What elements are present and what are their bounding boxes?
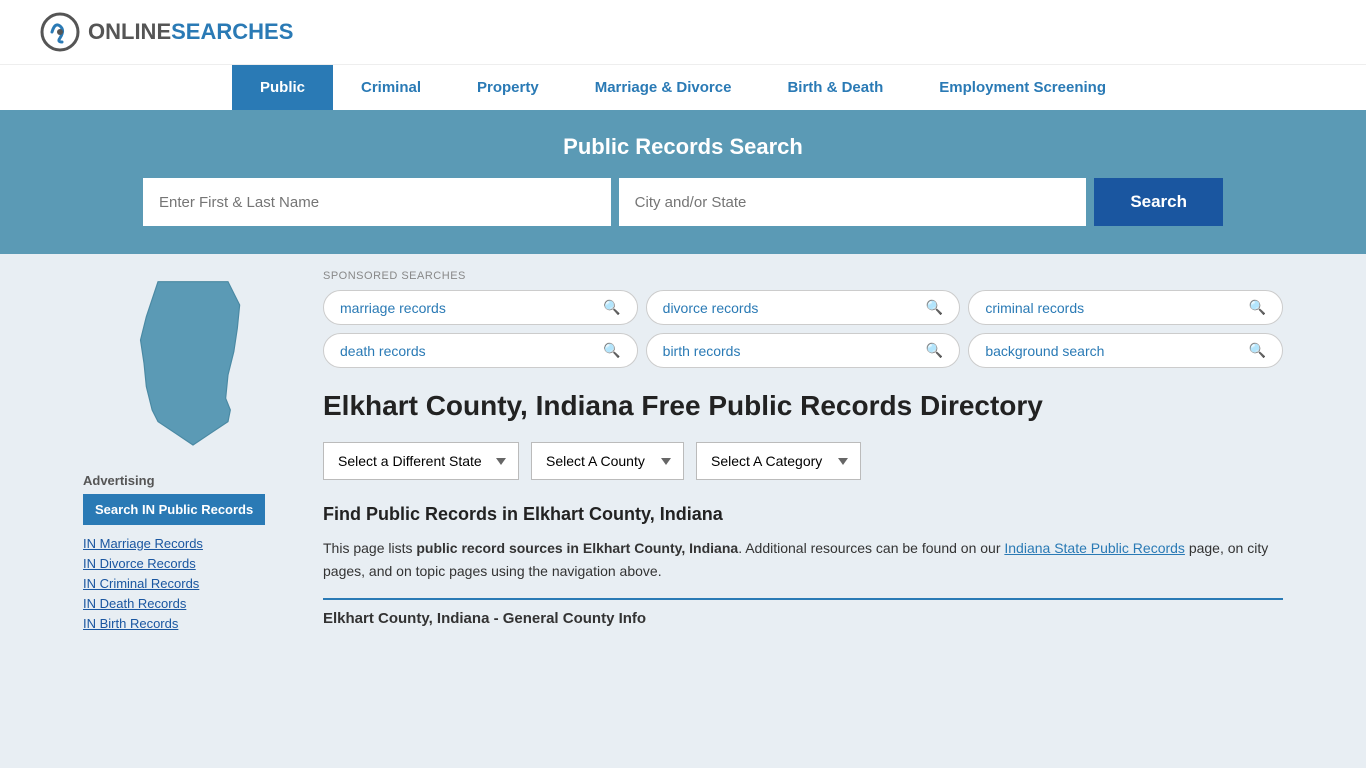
nav-criminal[interactable]: Criminal bbox=[333, 65, 449, 110]
nav-birth-death[interactable]: Birth & Death bbox=[759, 65, 911, 110]
name-input[interactable] bbox=[143, 178, 611, 226]
search-icon: 🔍 bbox=[1249, 342, 1266, 359]
category-dropdown[interactable]: Select A Category bbox=[696, 442, 861, 480]
search-in-records-button[interactable]: Search IN Public Records bbox=[83, 494, 265, 525]
search-icon: 🔍 bbox=[603, 342, 620, 359]
sponsored-item-criminal[interactable]: criminal records 🔍 bbox=[968, 290, 1283, 325]
header: ONLINESEARCHES bbox=[0, 0, 1366, 64]
logo-text: ONLINESEARCHES bbox=[88, 19, 293, 45]
location-input[interactable] bbox=[619, 178, 1087, 226]
in-criminal-link[interactable]: IN Criminal Records bbox=[83, 576, 199, 591]
main-container: Advertising Search IN Public Records IN … bbox=[63, 254, 1303, 651]
nav-employment[interactable]: Employment Screening bbox=[911, 65, 1134, 110]
search-icon: 🔍 bbox=[926, 299, 943, 316]
nav-public[interactable]: Public bbox=[232, 65, 333, 110]
sidebar-links: IN Marriage Records IN Divorce Records I… bbox=[83, 535, 303, 631]
nav-property[interactable]: Property bbox=[449, 65, 567, 110]
hero-title: Public Records Search bbox=[40, 134, 1326, 160]
advertising-label: Advertising bbox=[83, 473, 303, 488]
indiana-map bbox=[123, 270, 263, 457]
dropdowns-row: Select a Different State Select A County… bbox=[323, 442, 1283, 480]
in-marriage-link[interactable]: IN Marriage Records bbox=[83, 536, 203, 551]
in-birth-link[interactable]: IN Birth Records bbox=[83, 616, 178, 631]
state-dropdown[interactable]: Select a Different State bbox=[323, 442, 519, 480]
sidebar: Advertising Search IN Public Records IN … bbox=[83, 270, 303, 635]
search-bar: Search bbox=[143, 178, 1223, 226]
list-item: IN Birth Records bbox=[83, 615, 303, 631]
list-item: IN Death Records bbox=[83, 595, 303, 611]
main-nav: Public Criminal Property Marriage & Divo… bbox=[0, 64, 1366, 110]
list-item: IN Divorce Records bbox=[83, 555, 303, 571]
in-death-link[interactable]: IN Death Records bbox=[83, 596, 186, 611]
sponsored-item-death[interactable]: death records 🔍 bbox=[323, 333, 638, 368]
sponsored-item-divorce[interactable]: divorce records 🔍 bbox=[646, 290, 961, 325]
search-icon: 🔍 bbox=[1249, 299, 1266, 316]
find-title: Find Public Records in Elkhart County, I… bbox=[323, 504, 1283, 525]
county-info-header: Elkhart County, Indiana - General County… bbox=[323, 598, 1283, 627]
nav-marriage-divorce[interactable]: Marriage & Divorce bbox=[567, 65, 760, 110]
sponsored-item-marriage[interactable]: marriage records 🔍 bbox=[323, 290, 638, 325]
in-divorce-link[interactable]: IN Divorce Records bbox=[83, 556, 196, 571]
search-icon: 🔍 bbox=[926, 342, 943, 359]
search-button[interactable]: Search bbox=[1094, 178, 1223, 226]
find-description: This page lists public record sources in… bbox=[323, 537, 1283, 582]
sponsored-item-background[interactable]: background search 🔍 bbox=[968, 333, 1283, 368]
sponsored-item-birth[interactable]: birth records 🔍 bbox=[646, 333, 961, 368]
content-area: SPONSORED SEARCHES marriage records 🔍 di… bbox=[323, 270, 1283, 635]
search-icon: 🔍 bbox=[603, 299, 620, 316]
logo-icon bbox=[40, 12, 80, 52]
indiana-state-link[interactable]: Indiana State Public Records bbox=[1004, 540, 1185, 556]
county-dropdown[interactable]: Select A County bbox=[531, 442, 684, 480]
logo: ONLINESEARCHES bbox=[40, 12, 293, 52]
list-item: IN Criminal Records bbox=[83, 575, 303, 591]
sponsored-label: SPONSORED SEARCHES bbox=[323, 270, 1283, 282]
page-title: Elkhart County, Indiana Free Public Reco… bbox=[323, 388, 1283, 424]
hero-section: Public Records Search Search bbox=[0, 110, 1366, 254]
list-item: IN Marriage Records bbox=[83, 535, 303, 551]
sponsored-grid: marriage records 🔍 divorce records 🔍 cri… bbox=[323, 290, 1283, 368]
